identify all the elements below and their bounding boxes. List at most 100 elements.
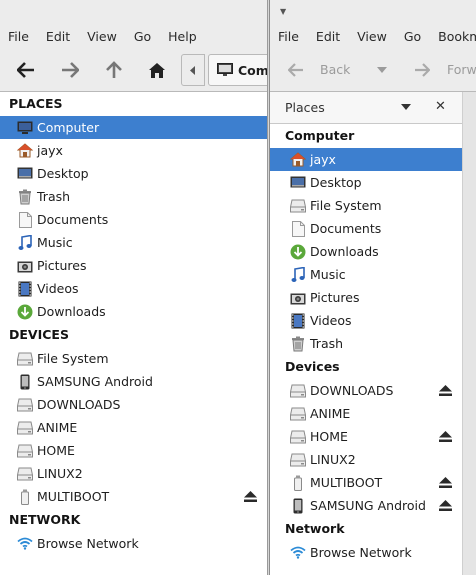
sidebar-item-label: Downloads: [310, 244, 379, 259]
eject-icon[interactable]: [439, 500, 452, 511]
menu-help[interactable]: Help: [168, 29, 197, 44]
sidebar-item-linux2[interactable]: LINUX2: [270, 448, 462, 471]
sidebar-item-label: Videos: [310, 313, 352, 328]
sidebar-item-documents[interactable]: Documents: [0, 208, 267, 231]
sidebar-item-downloads[interactable]: Downloads: [270, 240, 462, 263]
menu-edit[interactable]: Edit: [316, 29, 340, 44]
sidebar-item-anime[interactable]: ANIME: [0, 416, 267, 439]
home-folder-icon: [290, 152, 306, 168]
sidebar-item-label: DOWNLOADS: [310, 383, 394, 398]
left-places-sidebar: PLACES Computer jayx Desktop Trash Docum…: [0, 92, 267, 575]
menu-file[interactable]: File: [278, 29, 299, 44]
sidebar-item-multiboot[interactable]: MULTIBOOT: [0, 485, 267, 508]
sidebar-item-label: Browse Network: [37, 536, 139, 551]
monitor-icon: [217, 63, 233, 76]
up-arrow-icon: [106, 61, 122, 78]
eject-icon[interactable]: [439, 431, 452, 442]
sidebar-item-downloads-drive[interactable]: DOWNLOADS: [0, 393, 267, 416]
right-toolbar: Back Forward: [270, 48, 476, 92]
sidebar-item-samsung-android[interactable]: SAMSUNG Android: [270, 494, 462, 517]
sidebar-item-label: Desktop: [310, 175, 362, 190]
wifi-icon: [17, 536, 33, 552]
network-header: Network: [285, 521, 345, 536]
eject-icon[interactable]: [439, 385, 452, 396]
sidebar-item-trash[interactable]: Trash: [270, 332, 462, 355]
sidebar-item-downloads[interactable]: Downloads: [0, 300, 267, 323]
chevron-down-icon: [377, 67, 387, 73]
sidebar-item-label: File System: [310, 198, 382, 213]
home-icon: [149, 62, 165, 78]
sidebar-item-linux2[interactable]: LINUX2: [0, 462, 267, 485]
sidebar-item-label: DOWNLOADS: [37, 397, 121, 412]
desktop-icon: [17, 166, 33, 182]
sidebar-item-videos[interactable]: Videos: [0, 277, 267, 300]
sidebar-item-computer[interactable]: Computer: [0, 116, 267, 139]
up-button[interactable]: [102, 58, 126, 82]
sidebar-panel-title[interactable]: Places: [285, 100, 325, 115]
sidebar-item-label: Downloads: [37, 304, 106, 319]
forward-arrow-button[interactable]: [410, 58, 434, 82]
menu-go[interactable]: Go: [404, 29, 421, 44]
camera-icon: [17, 258, 33, 274]
sidebar-item-jayx[interactable]: jayx: [270, 148, 462, 171]
sidebar-item-file-system[interactable]: File System: [0, 347, 267, 370]
forward-button[interactable]: [58, 58, 82, 82]
menu-view[interactable]: View: [357, 29, 387, 44]
menu-bookmarks[interactable]: Bookmarks: [438, 29, 476, 44]
history-dropdown-button[interactable]: [370, 58, 394, 82]
sidebar-item-samsung-android[interactable]: SAMSUNG Android: [0, 370, 267, 393]
home-button[interactable]: [145, 58, 169, 82]
sidebar-item-desktop[interactable]: Desktop: [270, 171, 462, 194]
vertical-scrollbar[interactable]: [462, 92, 476, 575]
right-titlebar: ▼: [270, 0, 476, 24]
sidebar-item-jayx[interactable]: jayx: [0, 139, 267, 162]
sidebar-item-videos[interactable]: Videos: [270, 309, 462, 332]
window-menu-arrow-icon[interactable]: ▼: [280, 7, 286, 17]
chevron-left-icon: [190, 65, 195, 75]
back-button[interactable]: [14, 58, 38, 82]
menu-go[interactable]: Go: [134, 29, 151, 44]
back-button-label[interactable]: Back: [320, 62, 350, 77]
eject-icon[interactable]: [244, 491, 257, 502]
sidebar-item-label: Computer: [37, 120, 100, 135]
usb-drive-icon: [17, 489, 33, 505]
sidebar-item-label: SAMSUNG Android: [37, 374, 153, 389]
back-arrow-button[interactable]: [284, 58, 308, 82]
sidebar-item-home[interactable]: HOME: [0, 439, 267, 462]
sidebar-item-label: SAMSUNG Android: [310, 498, 426, 513]
sidebar-item-multiboot[interactable]: MULTIBOOT: [270, 471, 462, 494]
menu-edit[interactable]: Edit: [46, 29, 70, 44]
sidebar-item-label: Videos: [37, 281, 79, 296]
path-scroll-left-button[interactable]: [181, 54, 205, 86]
sidebar-item-trash[interactable]: Trash: [0, 185, 267, 208]
right-places-sidebar: Places ✕ Computer jayx Desktop File Syst…: [270, 92, 462, 575]
close-icon[interactable]: ✕: [435, 99, 446, 114]
chevron-down-icon[interactable]: [400, 101, 412, 113]
sidebar-item-documents[interactable]: Documents: [270, 217, 462, 240]
forward-arrow-icon: [415, 63, 430, 77]
eject-icon[interactable]: [439, 477, 452, 488]
path-button-computer[interactable]: Computer: [208, 54, 267, 86]
sidebar-item-pictures[interactable]: Pictures: [0, 254, 267, 277]
sidebar-item-music[interactable]: Music: [0, 231, 267, 254]
sidebar-item-home[interactable]: HOME: [270, 425, 462, 448]
sidebar-item-desktop[interactable]: Desktop: [0, 162, 267, 185]
sidebar-item-label: HOME: [310, 429, 348, 444]
left-file-manager-window: File Edit View Go Help Computer PLACES C…: [0, 0, 268, 575]
forward-button-label[interactable]: Forward: [447, 62, 476, 77]
sidebar-item-label: Music: [37, 235, 73, 250]
sidebar-item-pictures[interactable]: Pictures: [270, 286, 462, 309]
menu-file[interactable]: File: [8, 29, 29, 44]
drive-icon: [17, 397, 33, 413]
sidebar-item-downloads-drive[interactable]: DOWNLOADS: [270, 379, 462, 402]
sidebar-item-anime[interactable]: ANIME: [270, 402, 462, 425]
sidebar-item-browse-network[interactable]: Browse Network: [0, 532, 267, 555]
sidebar-item-label: Pictures: [310, 290, 360, 305]
sidebar-item-file-system[interactable]: File System: [270, 194, 462, 217]
sidebar-item-label: HOME: [37, 443, 75, 458]
trash-icon: [290, 336, 306, 352]
sidebar-item-label: File System: [37, 351, 109, 366]
sidebar-item-music[interactable]: Music: [270, 263, 462, 286]
menu-view[interactable]: View: [87, 29, 117, 44]
sidebar-item-browse-network[interactable]: Browse Network: [270, 541, 462, 564]
